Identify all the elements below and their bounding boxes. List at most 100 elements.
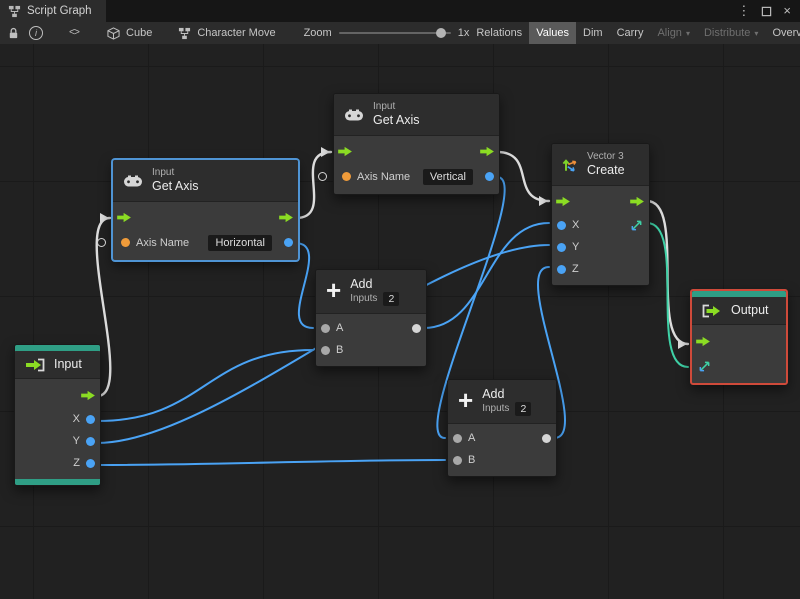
z-out-port[interactable] [86,458,95,468]
y-in-port[interactable] [557,242,566,252]
zoom-control: Zoom 1x [304,27,470,39]
node-header: Output [692,297,786,325]
y-out-port[interactable] [86,436,95,446]
node-get-axis-horizontal[interactable]: Input Get Axis Axis Name Horizontal [97,159,299,261]
breadcrumb-graph[interactable]: Character Move [178,27,276,40]
flow-out-port[interactable] [81,390,96,401]
wire-arrowhead [539,196,548,206]
titlebar: Script Graph ⋮ × [0,0,800,22]
toolbar-button-dim[interactable]: Dim [576,22,610,44]
input-b-label: B [336,344,344,356]
node-category: Input [373,101,396,112]
flow-in-port[interactable] [556,196,571,207]
input-a-label: A [468,432,476,444]
toolbar-dropdown-align[interactable]: Align ▾ [650,22,696,44]
flow-out-port[interactable] [480,146,495,157]
wire-flow-get-axis-h-to-get-axis-v[interactable] [294,150,333,220]
node-get-axis-vertical[interactable]: Input Get Axis Axis Name Vertical [318,93,500,195]
y-label: Y [572,241,580,253]
tab-script-graph[interactable]: Script Graph [0,0,106,22]
io-accent-strip [15,479,100,485]
maximize-icon[interactable] [761,6,772,17]
zoom-value: 1x [457,27,470,39]
kebab-menu-icon[interactable]: ⋮ [737,4,750,17]
node-title: Output [731,303,769,317]
input-a-label: A [336,322,344,334]
graph-asset-icon [178,27,191,40]
inputs-label: Inputs [482,403,510,414]
breadcrumb-object-label: Cube [126,27,153,39]
wire-input-z-to-add2-b[interactable] [96,459,446,466]
plus-icon: + [458,385,474,415]
node-category: Input [152,167,175,178]
code-icon[interactable]: <> [69,28,80,39]
script-graph-icon [8,5,21,18]
input-b-port[interactable] [453,455,462,465]
input-arrow-icon [25,358,45,372]
toolbar-dropdown-distribute[interactable]: Distribute ▾ [697,22,765,44]
node-category: Vector 3 [587,151,624,162]
graph-canvas[interactable]: Input Get Axis Axis Name Vertical Input [0,44,800,599]
x-label: X [72,413,80,425]
node-add-1[interactable]: + Add Inputs 2 A B [315,269,427,367]
node-header: + Add Inputs 2 [316,270,426,314]
node-header: Input [15,351,100,379]
lock-icon[interactable] [7,27,20,40]
x-in-port[interactable] [557,220,566,230]
node-output[interactable]: Output [690,289,788,385]
value-out-port[interactable] [485,172,494,181]
input-b-port[interactable] [321,345,330,355]
z-in-port[interactable] [557,264,566,274]
inputs-count-field[interactable]: 2 [383,292,400,306]
breadcrumb-object[interactable]: Cube [107,27,152,40]
axis-name-port[interactable] [318,171,327,181]
flow-out-port[interactable] [630,196,645,207]
toolbar-button-values[interactable]: Values [529,22,577,44]
vector3-in-port[interactable] [698,360,711,373]
node-vector3-create[interactable]: Vector 3 Create X Y Z [551,143,650,286]
node-input[interactable]: Input X Y Z [14,344,101,486]
wire-add1-sum-to-vector3-x[interactable] [423,222,550,329]
toolbar-button-overview[interactable]: Overv [765,22,800,44]
chevron-down-icon: ▾ [754,28,759,38]
sum-out-port[interactable] [412,323,421,333]
node-header: + Add Inputs 2 [448,380,556,424]
toolbar-button-relations[interactable]: Relations [469,22,529,44]
node-title: Create [587,163,625,177]
output-arrow-icon [702,304,722,318]
gamepad-icon [123,174,143,188]
y-label: Y [72,435,80,447]
close-icon[interactable]: × [783,4,791,17]
graph-toolbar: i <> Cube Character Move Zoom 1x Relatio… [0,22,800,45]
flow-in-port[interactable] [338,146,353,157]
zoom-slider[interactable] [338,28,451,38]
input-a-port[interactable] [321,323,330,333]
node-add-2[interactable]: + Add Inputs 2 A B [447,379,557,477]
node-header: Vector 3 Create [552,144,649,186]
wire-arrowhead [321,147,330,157]
node-title: Input [54,357,82,371]
flow-out-port[interactable] [279,212,294,223]
zoom-slider-handle[interactable] [436,28,447,38]
tab-label: Script Graph [27,5,92,17]
flow-in-port[interactable] [696,336,711,347]
param-label: Axis Name [136,236,190,249]
axis-name-field[interactable]: Vertical [422,168,473,185]
info-icon[interactable]: i [29,26,43,40]
sum-out-port[interactable] [542,433,551,443]
toolbar-button-carry[interactable]: Carry [610,22,651,44]
input-b-label: B [468,454,476,466]
flow-in-port[interactable] [117,212,132,223]
x-out-port[interactable] [86,414,95,424]
axis-name-port[interactable] [97,237,106,247]
value-out-port[interactable] [284,238,293,247]
axis-name-field[interactable]: Horizontal [208,234,272,251]
toolbar-toggles: Relations Values Dim Carry Align ▾ Distr… [469,22,800,44]
input-a-port[interactable] [453,433,462,443]
window-controls: ⋮ × [737,4,800,17]
inputs-count-field[interactable]: 2 [515,402,532,416]
node-title: Get Axis [152,179,199,193]
vector3-result-port[interactable] [630,219,643,232]
vector3-icon [562,157,578,173]
inputs-label: Inputs [350,293,378,304]
